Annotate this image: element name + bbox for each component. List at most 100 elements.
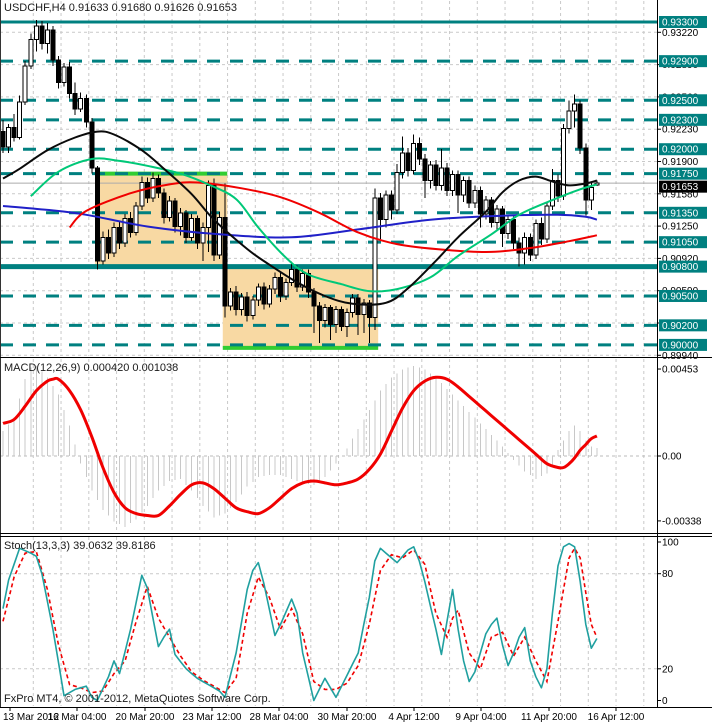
candle-bull [189,218,195,238]
macd-histogram [2,365,598,528]
candle-bear [56,59,61,84]
price-level-badge-text: 0.90800 [662,262,699,273]
candle-bear [83,97,89,123]
time-axis[interactable]: 13 Mar 201216 Mar 04:00 20 Mar 20:00 23 Ma… [3,707,645,723]
candle-bull [205,184,211,228]
candle-bear [278,276,283,297]
candle-bull [133,205,139,233]
macd-axis-label: 0.00 [662,452,682,463]
candle-bear [511,219,517,244]
candle-bear [416,142,422,160]
candle-bear [527,236,533,256]
candle-bear [294,269,300,288]
candle-bear [105,236,111,254]
candle-bear [194,218,200,244]
time-label: 30 Mar 20:00 [318,712,377,723]
candle-bull [178,212,184,228]
price-grid-label: 0.93220 [662,28,699,39]
candle-bear [405,152,411,172]
macd-panel[interactable] [0,359,657,532]
chart-canvas: 0.932200.928900.925600.922300.919000.915… [0,0,712,723]
stoch-panel[interactable] [0,537,657,706]
candle-bull [544,205,550,240]
candle-bull [239,296,245,311]
candle-bear [538,223,544,240]
candle-bear [172,200,178,228]
time-label: 11 Apr 20:00 [521,712,577,723]
macd-axis-label: -0.00338 [662,516,702,527]
price-grid-label: 0.89940 [662,351,699,362]
candle-bear [455,174,461,196]
candle-bull [28,39,34,67]
stoch-title: Stoch(13,3,3) 39.0632 39.8186 [4,540,156,552]
price-grid-label: 0.91250 [662,222,699,233]
candle-bear [433,164,439,186]
price-level-badge-text: 0.90500 [662,291,699,302]
candle-bull [400,152,406,174]
candle-bear [117,226,123,244]
candle-bear [355,297,361,316]
price-grid-label: 0.91900 [662,157,699,168]
candle-bear [516,242,522,254]
candle-bear [161,192,167,219]
candle-bear [500,208,505,234]
candle-bear [444,167,450,191]
candle-bear [577,103,583,149]
candle-bull [461,180,467,196]
candle-bull [450,174,456,191]
candle-bull [322,307,328,321]
candle-bull [33,25,39,41]
candle-bull [44,29,50,45]
candle-bull [561,128,567,197]
price-axis[interactable]: 0.932200.928900.925600.922300.919000.915… [657,16,707,707]
candle-bear [128,218,134,233]
candle-bear [377,197,383,221]
current-price-badge-text: 0.91653 [662,182,699,193]
main-chart-panel[interactable] [0,1,657,356]
candle-bear [316,305,322,321]
candle-bear [311,291,317,307]
stoch-axis-label: 100 [662,538,679,549]
window-frame [0,0,712,708]
candle-bull [350,297,356,314]
candle-bull [549,180,555,207]
time-label: 23 Mar 12:00 [183,712,242,723]
price-level-badge-text: 0.93300 [662,18,699,29]
candle-bull [533,223,539,256]
stoch-signal-line [2,546,598,694]
candle-bear [583,147,589,201]
candle-bear [39,25,45,45]
candle-bull [566,110,572,130]
candle-bull [572,103,578,112]
candle-bear [67,66,73,94]
candle-bear [89,121,95,169]
candle-bear [477,189,483,215]
candle-bull [588,186,594,201]
time-label: 16 Mar 04:00 [48,712,107,723]
candle-bull [283,281,289,297]
candle-bull [100,236,106,262]
price-level-badge-text: 0.91750 [662,169,699,180]
candle-bull [167,200,172,219]
copyright-text: FxPro MT4, © 2001-2012, MetaQuotes Softw… [4,693,271,705]
candle-bear [72,92,78,110]
time-label: 20 Mar 20:00 [116,712,175,723]
price-level-badge-text: 0.90200 [662,321,699,332]
price-level-badge-text: 0.91050 [662,238,699,249]
candle-bull [78,97,84,110]
price-level-badge-text: 0.92000 [662,145,699,156]
stoch-axis-label: 80 [662,569,674,580]
candle-bear [94,167,100,262]
price-level-badge-text: 0.92300 [662,115,699,126]
time-label: 28 Mar 04:00 [250,712,309,723]
candle-bull [372,197,378,319]
stoch-axis-label: 0 [662,696,668,707]
macd-axis-label: 0.00453 [662,365,699,376]
candle-bear [389,194,394,211]
price-level-badge-text: 0.92900 [662,57,699,68]
chart-title: USDCHF,H4 0.91633 0.91680 0.91626 0.9165… [4,2,237,14]
candle-bull [6,127,12,148]
candle-bull [250,299,256,317]
price-level-badge-text: 0.92500 [662,96,699,107]
macd-signal-line [2,375,598,518]
